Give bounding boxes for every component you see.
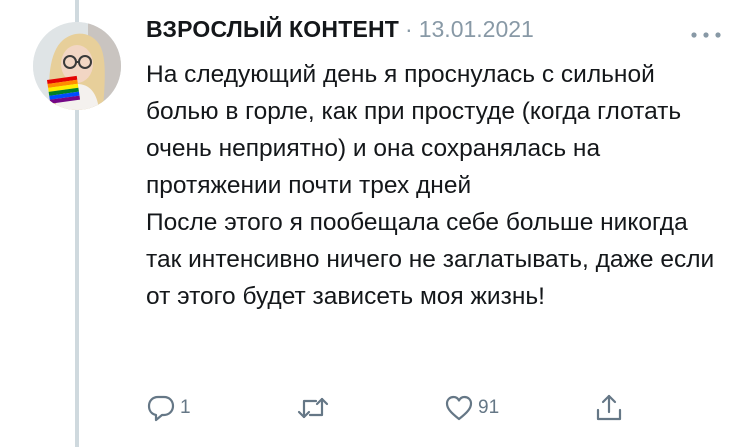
retweet-icon xyxy=(297,397,329,419)
like-button[interactable]: 91 xyxy=(444,388,499,428)
retweet-button[interactable] xyxy=(296,388,334,428)
author-name[interactable]: ВЗРОСЛЫЙ КОНТЕНТ xyxy=(146,16,399,43)
header-separator: · xyxy=(405,16,413,42)
reply-count: 1 xyxy=(180,397,191,418)
share-button[interactable] xyxy=(594,388,624,428)
tweet-actions-bar: 1 91 xyxy=(146,388,646,428)
reply-button[interactable]: 1 xyxy=(146,388,191,428)
avatar[interactable] xyxy=(33,22,121,110)
share-upload-icon xyxy=(596,394,622,421)
avatar-image xyxy=(33,22,121,110)
tweet-timestamp[interactable]: 13.01.2021 xyxy=(419,16,534,43)
tweet-text: На следующий день я проснулась с сильной… xyxy=(146,61,715,310)
like-count: 91 xyxy=(478,397,500,418)
reply-bubble-icon xyxy=(147,395,175,422)
heart-outline-icon xyxy=(445,395,473,421)
more-options-button[interactable] xyxy=(684,22,728,48)
more-horizontal-icon xyxy=(691,32,721,38)
tweet-body: На следующий день я проснулась с сильной… xyxy=(146,56,726,315)
tweet-header: ВЗРОСЛЫЙ КОНТЕНТ · 13.01.2021 xyxy=(146,16,534,56)
